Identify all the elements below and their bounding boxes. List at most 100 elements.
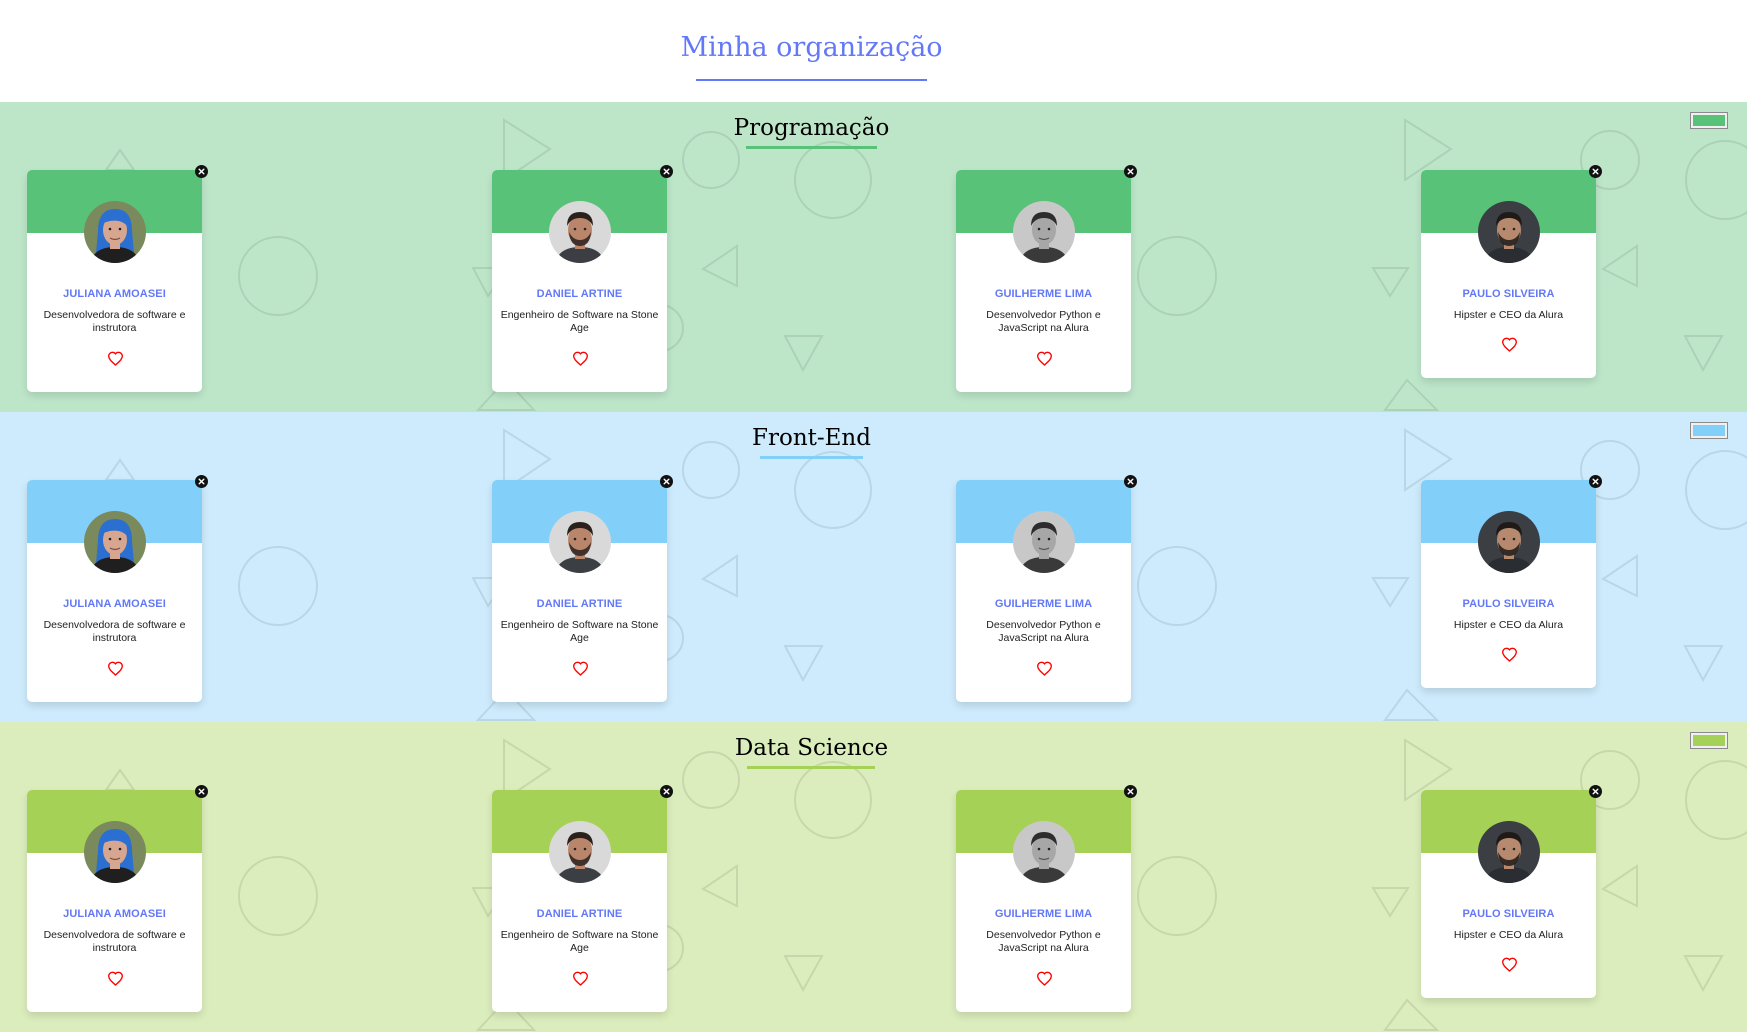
decorative-triangle	[1383, 378, 1440, 411]
close-circle-icon[interactable]	[1124, 783, 1137, 798]
member-name: PAULO SILVEIRA	[1462, 598, 1555, 610]
member-role: Hipster e CEO da Alura	[1453, 619, 1564, 631]
decorative-circle	[1685, 140, 1747, 220]
decorative-triangle	[701, 554, 738, 598]
member-role: Hipster e CEO da Alura	[1453, 309, 1564, 321]
close-circle-icon[interactable]	[660, 783, 673, 798]
close-circle-icon[interactable]	[195, 783, 208, 798]
member-role: Desenvolvedora de software e instrutora	[43, 309, 186, 334]
heart-outline-icon[interactable]	[1036, 351, 1053, 366]
decorative-circle	[1685, 760, 1747, 840]
decorative-triangle	[104, 148, 136, 171]
close-circle-icon[interactable]	[660, 473, 673, 488]
decorative-circle	[238, 546, 318, 626]
member-card: DANIEL ARTINE Engenheiro de Software na S…	[492, 165, 673, 392]
avatar	[1478, 201, 1540, 263]
heart-outline-icon[interactable]	[107, 661, 124, 676]
decorative-triangle	[783, 645, 824, 683]
member-role: Hipster e CEO da Alura	[1453, 929, 1564, 941]
color-swatch	[1693, 425, 1725, 436]
team-title: Programação	[733, 115, 890, 141]
member-name: DANIEL ARTINE	[536, 908, 623, 920]
team-color-picker[interactable]	[1690, 732, 1728, 749]
heart-outline-icon[interactable]	[1501, 957, 1518, 972]
heart-outline-icon[interactable]	[107, 351, 124, 366]
heart-outline-icon[interactable]	[1501, 647, 1518, 662]
team-section-front-end: Front-End JULIANA AMOASEI Desenvolvedora …	[0, 412, 1747, 722]
member-card: DANIEL ARTINE Engenheiro de Software na S…	[492, 475, 673, 702]
avatar	[549, 511, 611, 573]
color-swatch	[1693, 115, 1725, 126]
member-role: Desenvolvedor Python e JavaScript na Alu…	[986, 619, 1101, 644]
page-title: Minha organização	[680, 32, 943, 63]
team-section-data-science: Data Science JULIANA AMOASEI Desenvolvedo…	[0, 722, 1747, 1032]
avatar	[1013, 511, 1075, 573]
decorative-circle	[1685, 450, 1747, 530]
decorative-circle	[1137, 546, 1217, 626]
member-card: JULIANA AMOASEI Desenvolvedora de softwar…	[27, 165, 208, 392]
member-card: PAULO SILVEIRA Hipster e CEO da Alura	[1421, 785, 1602, 998]
close-circle-icon[interactable]	[195, 163, 208, 178]
decorative-triangle	[104, 458, 136, 481]
decorative-triangle	[1683, 645, 1724, 683]
close-circle-icon[interactable]	[1589, 783, 1602, 798]
decorative-circle	[1137, 236, 1217, 316]
decorative-circle	[238, 236, 318, 316]
decorative-triangle	[1601, 864, 1638, 908]
close-circle-icon[interactable]	[1124, 473, 1137, 488]
decorative-triangle	[783, 335, 824, 373]
team-title-underline	[760, 456, 863, 459]
avatar	[1013, 201, 1075, 263]
member-card: GUILHERME LIMA Desenvolvedor Python e Jav…	[956, 475, 1137, 702]
avatar	[1013, 821, 1075, 883]
member-role: Desenvolvedor Python e JavaScript na Alu…	[986, 929, 1101, 954]
team-color-picker[interactable]	[1690, 112, 1728, 129]
close-circle-icon[interactable]	[195, 473, 208, 488]
heart-outline-icon[interactable]	[1501, 337, 1518, 352]
member-name: PAULO SILVEIRA	[1462, 908, 1555, 920]
avatar	[84, 821, 146, 883]
heart-outline-icon[interactable]	[1036, 661, 1053, 676]
decorative-triangle	[783, 955, 824, 993]
member-name: JULIANA AMOASEI	[63, 598, 166, 610]
member-name: JULIANA AMOASEI	[63, 908, 166, 920]
close-circle-icon[interactable]	[660, 163, 673, 178]
heart-outline-icon[interactable]	[572, 971, 589, 986]
close-circle-icon[interactable]	[1589, 163, 1602, 178]
decorative-circle	[794, 761, 872, 839]
decorative-triangle	[1601, 554, 1638, 598]
member-name: JULIANA AMOASEI	[63, 288, 166, 300]
decorative-triangle	[1371, 577, 1410, 608]
decorative-triangle	[1601, 244, 1638, 288]
heart-outline-icon[interactable]	[572, 351, 589, 366]
member-card: GUILHERME LIMA Desenvolvedor Python e Jav…	[956, 165, 1137, 392]
member-role: Desenvolvedora de software e instrutora	[43, 619, 186, 644]
decorative-circle	[238, 856, 318, 936]
team-color-picker[interactable]	[1690, 422, 1728, 439]
member-role: Desenvolvedora de software e instrutora	[43, 929, 186, 954]
close-circle-icon[interactable]	[1124, 163, 1137, 178]
decorative-circle	[794, 451, 872, 529]
heart-outline-icon[interactable]	[572, 661, 589, 676]
member-name: GUILHERME LIMA	[994, 598, 1093, 610]
page-title-underline	[696, 79, 927, 81]
decorative-triangle	[701, 864, 738, 908]
team-title: Data Science	[734, 735, 889, 761]
member-name: PAULO SILVEIRA	[1462, 288, 1555, 300]
heart-outline-icon[interactable]	[1036, 971, 1053, 986]
member-role: Desenvolvedor Python e JavaScript na Alu…	[986, 309, 1101, 334]
member-card: DANIEL ARTINE Engenheiro de Software na S…	[492, 785, 673, 1012]
decorative-triangle	[1683, 955, 1724, 993]
member-name: DANIEL ARTINE	[536, 598, 623, 610]
decorative-circle	[794, 141, 872, 219]
heart-outline-icon[interactable]	[107, 971, 124, 986]
avatar	[84, 511, 146, 573]
member-card: PAULO SILVEIRA Hipster e CEO da Alura	[1421, 165, 1602, 378]
member-card: GUILHERME LIMA Desenvolvedor Python e Jav…	[956, 785, 1137, 1012]
close-circle-icon[interactable]	[1589, 473, 1602, 488]
decorative-triangle	[1683, 335, 1724, 373]
decorative-circle	[1137, 856, 1217, 936]
team-section-programacao: Programação JULIANA AMOASEI Desenvolvedor…	[0, 102, 1747, 412]
avatar	[1478, 821, 1540, 883]
member-card: JULIANA AMOASEI Desenvolvedora de softwar…	[27, 785, 208, 1012]
